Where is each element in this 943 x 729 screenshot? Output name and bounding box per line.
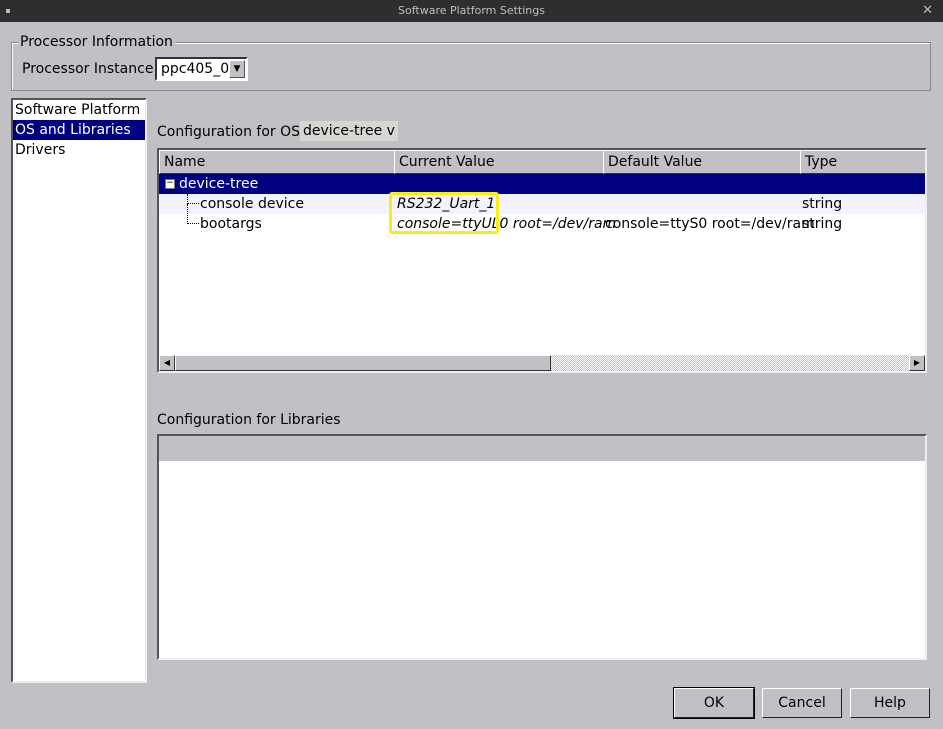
- scrollbar-thumb[interactable]: [175, 355, 551, 371]
- row-default-value: console=ttyS0 root=/dev/ram: [605, 216, 815, 232]
- tree-root-label: device-tree: [179, 176, 259, 192]
- tree-line: [187, 204, 199, 224]
- scroll-left-icon[interactable]: ◀: [159, 355, 175, 371]
- nav-item-os-libraries[interactable]: OS and Libraries: [13, 120, 145, 140]
- row-name: console device: [200, 196, 304, 212]
- os-select[interactable]: device-tree v: [300, 121, 398, 141]
- window-menu-icon[interactable]: [6, 9, 10, 13]
- os-config-label: Configuration for OS:: [157, 124, 305, 140]
- tree-line: [187, 194, 199, 204]
- column-header-name[interactable]: Name: [159, 150, 395, 174]
- os-config-table: Name Current Value Default Value Type − …: [157, 148, 927, 373]
- nav-item-software-platform[interactable]: Software Platform: [13, 100, 145, 120]
- processor-instance-select[interactable]: ppc405_0 ▼: [155, 57, 248, 81]
- help-button[interactable]: Help: [850, 688, 930, 718]
- processor-instance-label: Processor Instance:: [22, 61, 159, 77]
- table-row[interactable]: bootargs console=ttyUL0 root=/dev/ram co…: [159, 204, 925, 234]
- window-title: Software Platform Settings: [398, 4, 545, 17]
- column-header-current[interactable]: Current Value: [394, 150, 604, 174]
- chevron-down-icon[interactable]: ▼: [229, 60, 245, 78]
- close-icon[interactable]: ✕: [922, 3, 933, 19]
- row-type: string: [802, 196, 843, 212]
- nav-item-drivers[interactable]: Drivers: [13, 140, 145, 160]
- column-header-default[interactable]: Default Value: [603, 150, 801, 174]
- libraries-table-header: [159, 436, 925, 461]
- ok-button[interactable]: OK: [673, 687, 755, 719]
- table-row[interactable]: console device RS232_Uart_1 string: [159, 194, 925, 214]
- scroll-right-icon[interactable]: ▶: [909, 355, 925, 371]
- collapse-icon[interactable]: −: [165, 179, 175, 189]
- category-list: Software Platform OS and Libraries Drive…: [11, 98, 147, 683]
- highlight-annotation: [389, 192, 499, 234]
- libraries-config-table: [157, 434, 927, 660]
- row-type: string: [802, 216, 843, 232]
- horizontal-scrollbar[interactable]: ◀ ▶: [159, 355, 925, 371]
- tree-row-root[interactable]: − device-tree: [159, 174, 925, 194]
- title-bar: Software Platform Settings: [0, 0, 943, 22]
- row-name: bootargs: [200, 216, 262, 232]
- processor-group-title: Processor Information: [18, 34, 175, 50]
- column-header-type[interactable]: Type: [800, 150, 925, 174]
- libraries-config-label: Configuration for Libraries: [157, 412, 341, 428]
- cancel-button[interactable]: Cancel: [762, 688, 842, 718]
- processor-instance-value: ppc405_0: [161, 61, 230, 77]
